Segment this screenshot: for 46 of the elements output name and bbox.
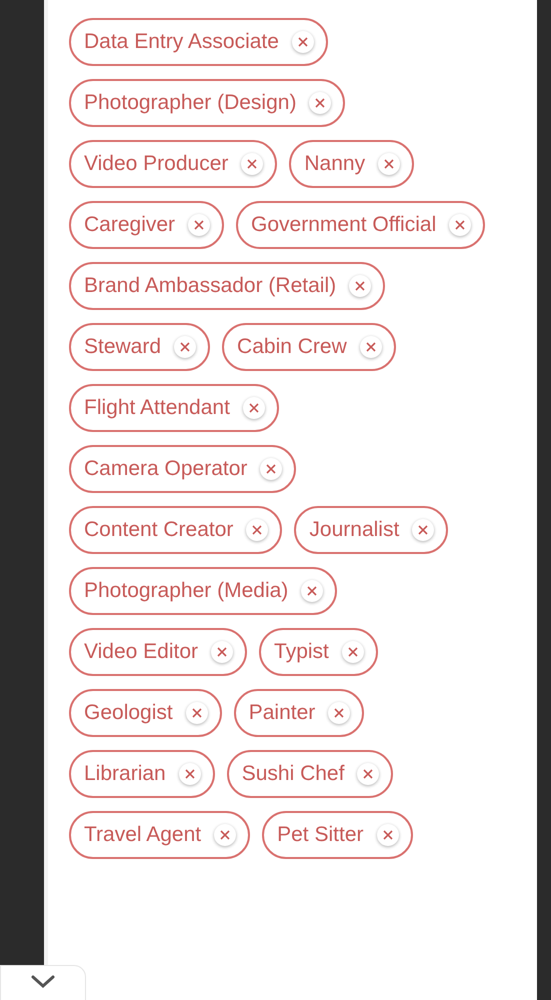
remove-icon[interactable] (349, 275, 372, 297)
remove-icon[interactable] (360, 336, 382, 358)
tag-label: Data Entry Associate (84, 29, 279, 56)
remove-icon[interactable] (186, 702, 208, 724)
remove-icon[interactable] (376, 824, 398, 846)
remove-icon[interactable] (178, 763, 201, 785)
tag-label: Geologist (84, 700, 173, 726)
remove-icon[interactable] (328, 702, 350, 724)
remove-icon[interactable] (241, 153, 264, 175)
remove-icon[interactable] (378, 153, 400, 175)
remove-icon[interactable] (242, 397, 265, 419)
remove-icon[interactable] (174, 336, 196, 358)
tag-label: Painter (248, 700, 316, 726)
tag-label: Travel Agent (84, 822, 202, 848)
tag-label: Journalist (309, 517, 400, 544)
tag-label: Typist (274, 639, 329, 666)
tag-label: Camera Operator (84, 456, 248, 482)
tag-label: Video Producer (84, 151, 228, 178)
tag-label: Flight Attendant (84, 395, 230, 422)
remove-icon[interactable] (309, 92, 332, 114)
remove-icon[interactable] (412, 519, 434, 541)
tag-label: Cabin Crew (237, 334, 347, 360)
tag-label: Content Creator (84, 517, 234, 544)
tag-label: Government Official (251, 212, 436, 238)
tag-label: Steward (84, 334, 162, 360)
tag-label: Caregiver (84, 212, 176, 238)
remove-icon[interactable] (260, 458, 282, 480)
tag-label: Sushi Chef (242, 761, 344, 788)
remove-icon[interactable] (214, 824, 236, 846)
tag-label: Video Editor (84, 639, 198, 666)
tag-label: Nanny (304, 151, 366, 178)
tag-label: Photographer (Media) (84, 578, 288, 604)
tag-label: Brand Ambassador (Retail) (84, 273, 336, 300)
remove-icon[interactable] (211, 641, 234, 663)
remove-icon[interactable] (357, 763, 380, 785)
tag-label: Librarian (84, 761, 166, 788)
chevron-down-icon (30, 974, 56, 990)
remove-icon[interactable] (188, 214, 210, 236)
remove-icon[interactable] (301, 580, 324, 602)
tag-label: Pet Sitter (277, 822, 364, 848)
remove-icon[interactable] (292, 31, 314, 53)
collapse-button[interactable] (0, 965, 86, 1000)
remove-icon[interactable] (449, 214, 472, 236)
remove-icon[interactable] (342, 641, 364, 663)
tag-label: Photographer (Design) (84, 90, 296, 116)
remove-icon[interactable] (246, 519, 268, 541)
